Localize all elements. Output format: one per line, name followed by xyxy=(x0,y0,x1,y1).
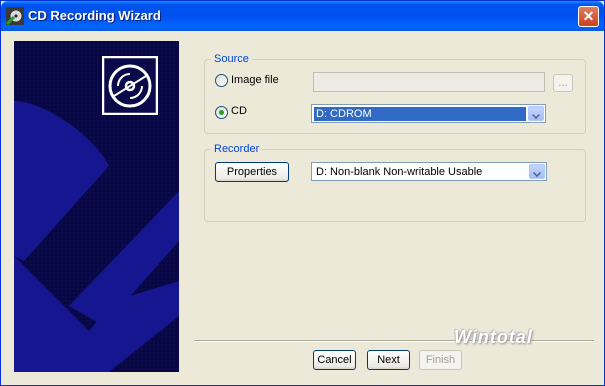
properties-button[interactable]: Properties xyxy=(215,162,289,182)
cd-radio[interactable] xyxy=(215,106,228,119)
image-file-label: Image file xyxy=(231,74,279,86)
watermark: Wintotal xyxy=(454,327,533,347)
image-file-radio[interactable] xyxy=(215,74,228,87)
title-bar[interactable]: CD Recording Wizard ✕ xyxy=(1,1,604,31)
cd-app-icon xyxy=(6,7,24,25)
recorder-group: Recorder xyxy=(204,143,586,222)
cd-disc-icon xyxy=(102,56,158,115)
browse-button[interactable]: ... xyxy=(553,74,573,92)
window-title: CD Recording Wizard xyxy=(28,8,161,23)
cd-label: CD xyxy=(231,105,247,117)
chevron-down-icon[interactable] xyxy=(529,164,545,179)
close-button[interactable]: ✕ xyxy=(578,6,599,27)
recorder-legend: Recorder xyxy=(211,143,263,155)
wizard-window: CD Recording Wizard ✕ Source Image file … xyxy=(0,0,605,386)
recorder-device-value: D: Non-blank Non-writable Usable xyxy=(316,166,483,178)
cd-drive-select[interactable]: D: CDROM xyxy=(311,104,546,123)
finish-button[interactable]: Finish xyxy=(419,350,462,370)
cancel-button[interactable]: Cancel xyxy=(313,350,356,370)
wizard-side-banner xyxy=(14,41,179,372)
source-legend: Source xyxy=(211,53,252,65)
chevron-down-icon[interactable] xyxy=(528,106,544,121)
image-file-input[interactable] xyxy=(313,72,545,92)
cd-drive-value: D: CDROM xyxy=(314,107,526,121)
next-button[interactable]: Next xyxy=(367,350,410,370)
close-icon: ✕ xyxy=(582,8,595,24)
recorder-device-select[interactable]: D: Non-blank Non-writable Usable xyxy=(311,162,547,181)
footer-separator xyxy=(194,340,594,342)
